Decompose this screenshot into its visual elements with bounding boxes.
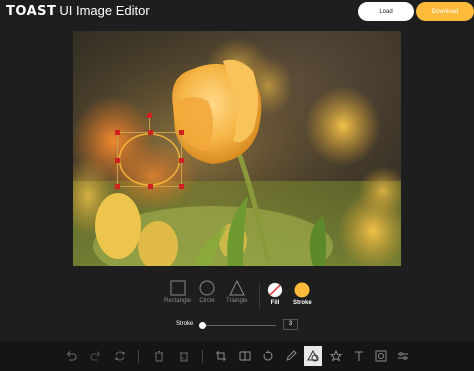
toolbar-divider <box>202 350 203 363</box>
shape-icon <box>307 350 319 362</box>
shape-button[interactable] <box>304 346 322 366</box>
rectangle-icon <box>170 280 186 296</box>
rotate-handle[interactable] <box>147 113 152 118</box>
fill-label: Fill <box>270 300 280 306</box>
rotate-button[interactable] <box>259 346 277 366</box>
mask-button[interactable] <box>372 346 390 366</box>
shape-selection-box[interactable] <box>115 113 184 189</box>
stroke-swatch-icon <box>294 282 310 298</box>
load-button[interactable]: Load <box>358 2 414 21</box>
shape-option-triangle[interactable]: Triangle <box>226 280 247 304</box>
text-button[interactable] <box>350 346 368 366</box>
draw-button[interactable] <box>282 346 300 366</box>
app-title: UI Image Editor <box>59 3 150 18</box>
stroke-color-label: Stroke <box>293 300 312 306</box>
resize-handle-left[interactable] <box>115 158 120 163</box>
undo-button[interactable] <box>62 346 80 366</box>
crop-icon <box>216 351 226 361</box>
toolbar-divider <box>138 350 139 363</box>
star-icon <box>330 350 342 362</box>
stroke-width-label: Stroke <box>176 321 194 327</box>
shape-option-circle[interactable]: Circle <box>199 280 215 304</box>
shape-option-label: Rectangle <box>164 298 192 304</box>
draw-icon <box>286 350 297 361</box>
resize-handle-bottom-left[interactable] <box>115 184 120 189</box>
drawn-circle[interactable] <box>118 133 181 186</box>
stroke-width-input[interactable]: 3 <box>283 319 298 330</box>
flip-button[interactable] <box>236 346 254 366</box>
download-button[interactable]: Download <box>416 2 474 21</box>
resize-handle-top-right[interactable] <box>179 130 184 135</box>
circle-icon <box>199 280 215 296</box>
stroke-slider-thumb[interactable] <box>199 322 206 329</box>
stroke-width-control: Stroke 3 <box>0 318 474 332</box>
rotate-connector <box>149 116 150 130</box>
header: TOAST UI Image Editor Load Download <box>0 0 474 26</box>
reset-button[interactable] <box>111 346 129 366</box>
submenu-divider <box>259 283 260 309</box>
text-icon <box>355 351 363 361</box>
shape-option-label: Triangle <box>226 298 248 304</box>
redo-button[interactable] <box>87 346 105 366</box>
rotate-icon <box>263 350 273 361</box>
image-canvas[interactable] <box>73 31 401 266</box>
mask-icon <box>375 350 387 362</box>
flip-icon <box>239 351 251 361</box>
svg-text:ALL: ALL <box>181 357 187 361</box>
stroke-color-picker[interactable]: Stroke <box>293 282 312 306</box>
delete-all-button[interactable]: ALL <box>175 346 193 366</box>
resize-handle-bottom-right[interactable] <box>179 184 184 189</box>
reset-icon <box>115 351 125 361</box>
resize-handle-bottom[interactable] <box>148 184 153 189</box>
resize-handle-top-left[interactable] <box>115 130 120 135</box>
icon-button[interactable] <box>327 346 345 366</box>
triangle-icon <box>228 280 245 296</box>
resize-handle-right[interactable] <box>179 158 184 163</box>
brand-logo: TOAST <box>6 4 57 19</box>
fill-color-picker[interactable]: Fill <box>267 282 283 306</box>
shape-option-rectangle[interactable]: Rectangle <box>164 280 191 304</box>
shape-submenu: Rectangle Circle Triangle <box>0 280 474 312</box>
bottom-toolbar: ALL <box>0 342 474 371</box>
shape-option-label: Circle <box>199 298 215 304</box>
fill-swatch-icon <box>267 282 283 298</box>
crop-button[interactable] <box>212 346 230 366</box>
filter-icon <box>398 352 408 360</box>
delete-button[interactable] <box>150 346 168 366</box>
undo-icon <box>66 351 77 361</box>
stroke-slider-track[interactable] <box>201 325 276 326</box>
resize-handle-top[interactable] <box>148 130 153 135</box>
delete-icon <box>155 351 163 362</box>
brand: TOAST UI Image Editor <box>6 3 150 19</box>
redo-icon <box>90 351 101 361</box>
delete-all-icon: ALL <box>180 352 188 362</box>
filter-button[interactable] <box>394 346 412 366</box>
